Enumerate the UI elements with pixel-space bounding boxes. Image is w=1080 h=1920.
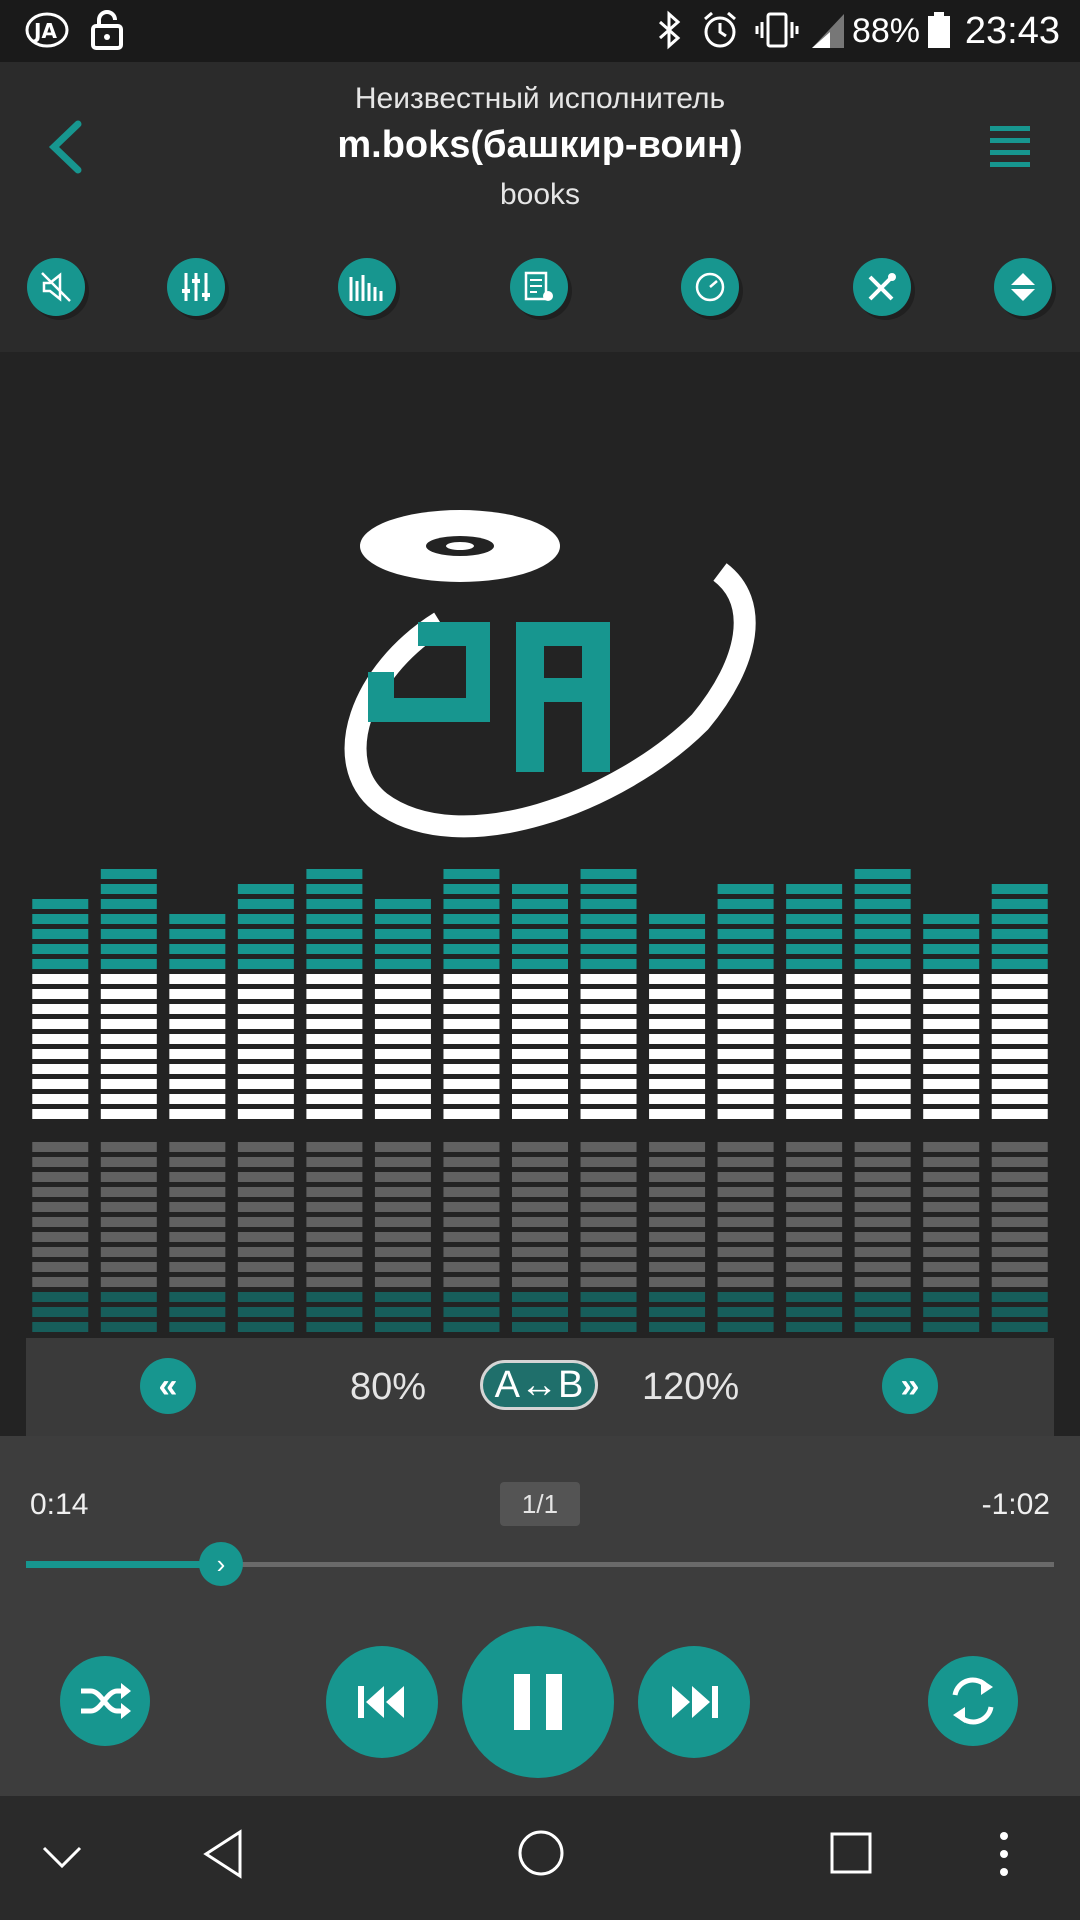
- signal-icon: [812, 14, 844, 48]
- nav-home-icon[interactable]: [516, 1828, 566, 1878]
- faster-speed-label[interactable]: 120%: [642, 1366, 739, 1409]
- ab-repeat-button[interactable]: A↔B: [480, 1360, 598, 1410]
- visualizer-bar: [374, 899, 431, 1332]
- progress-area: 0:14 1/1 -1:02 ›: [0, 1436, 1080, 1636]
- app-notification-icon: JA: [25, 12, 69, 48]
- alarm-icon: [704, 11, 736, 48]
- lock-icon: [91, 10, 123, 50]
- repeat-icon: [952, 1677, 994, 1725]
- nav-back-icon[interactable]: [200, 1828, 246, 1880]
- bluetooth-icon: [659, 10, 681, 50]
- visualizer-bar: [443, 869, 500, 1332]
- track-counter: 1/1: [500, 1482, 580, 1526]
- nav-recents-icon[interactable]: [828, 1830, 874, 1876]
- pause-button[interactable]: [462, 1626, 614, 1778]
- battery-icon: [928, 12, 950, 48]
- visualizer-bar: [100, 869, 157, 1332]
- previous-icon: [358, 1686, 404, 1718]
- elapsed-time: 0:14: [30, 1488, 89, 1521]
- next-button[interactable]: [638, 1646, 750, 1758]
- equalizer-icon[interactable]: [167, 258, 225, 316]
- battery-percent: 88%: [851, 12, 920, 50]
- speaker-off-icon[interactable]: [27, 258, 85, 316]
- system-nav-bar: [0, 1796, 1080, 1920]
- spectrum-visualizer: [26, 862, 1054, 1332]
- chevron-down-icon[interactable]: [40, 1842, 84, 1872]
- status-bar: JA 88% 23:43: [0, 0, 1080, 62]
- app-logo: [344, 510, 756, 838]
- visualizer-icon[interactable]: [338, 258, 396, 316]
- timer-icon[interactable]: [681, 258, 739, 316]
- vibrate-icon: [755, 12, 799, 48]
- shuffle-button[interactable]: [60, 1656, 150, 1746]
- clock: 23:43: [964, 10, 1060, 52]
- svg-text:JA: JA: [32, 19, 57, 43]
- visualizer-bar: [32, 899, 89, 1332]
- previous-button[interactable]: [326, 1646, 438, 1758]
- header: Неизвестный исполнитель m.boks(башкир-во…: [0, 62, 1080, 232]
- visualizer-bar: [306, 869, 363, 1332]
- shuffle-icon: [81, 1683, 131, 1719]
- next-icon: [672, 1686, 718, 1718]
- remaining-time: -1:02: [981, 1488, 1050, 1521]
- album-name: books: [499, 178, 581, 211]
- speed-panel: « 80% A↔B 120% »: [26, 1338, 1054, 1436]
- visualizer-bar: [580, 869, 637, 1332]
- tool-row: [0, 232, 1080, 352]
- lyrics-icon[interactable]: [510, 258, 568, 316]
- artist-name: Неизвестный исполнитель: [354, 82, 726, 115]
- forward-speed-button[interactable]: »: [882, 1358, 938, 1414]
- rewind-speed-button[interactable]: «: [140, 1358, 196, 1414]
- repeat-button[interactable]: [928, 1656, 1018, 1746]
- slower-speed-label[interactable]: 80%: [350, 1366, 426, 1409]
- menu-icon[interactable]: [988, 122, 1032, 170]
- pause-icon: [514, 1674, 562, 1730]
- nav-more-icon[interactable]: [994, 1828, 1014, 1880]
- seek-handle[interactable]: ›: [199, 1542, 243, 1586]
- playback-controls: [0, 1626, 1080, 1796]
- sort-icon[interactable]: [994, 258, 1052, 316]
- tools-icon[interactable]: [853, 258, 911, 316]
- track-title: m.boks(башкир-воин): [337, 124, 743, 166]
- visualizer-bar: [854, 869, 911, 1332]
- seek-progress: [26, 1561, 221, 1568]
